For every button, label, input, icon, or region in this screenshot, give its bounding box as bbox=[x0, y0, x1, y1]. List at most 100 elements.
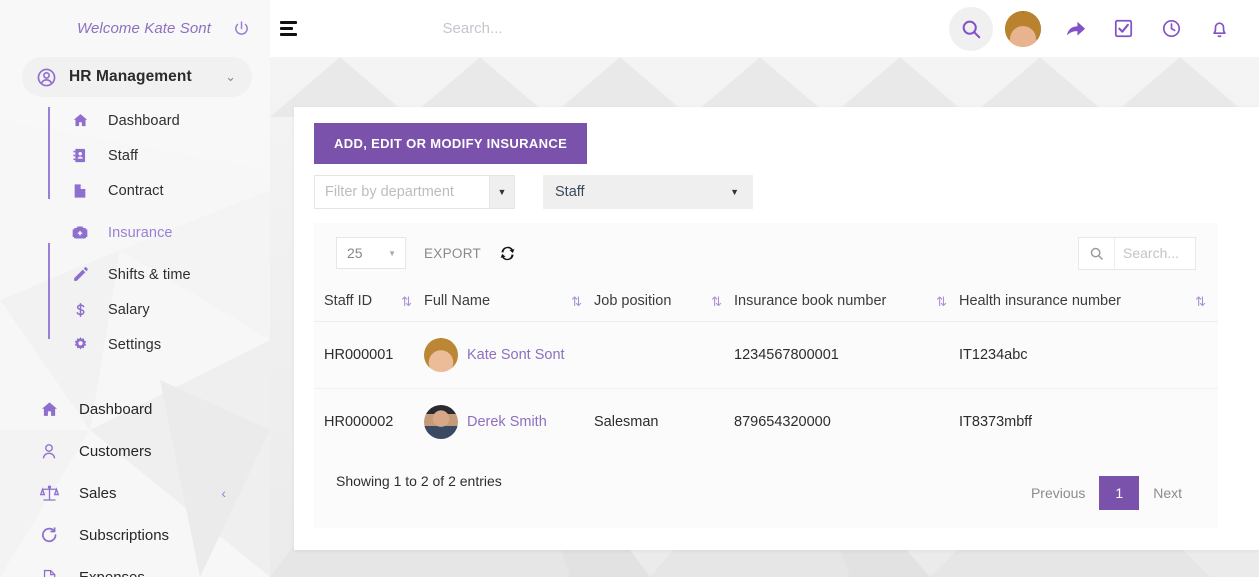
sidebar-item-customers[interactable]: Customers bbox=[0, 430, 270, 472]
pagination-previous[interactable]: Previous bbox=[1017, 476, 1099, 510]
sidebar-item-label: Subscriptions bbox=[79, 526, 170, 544]
export-button[interactable]: EXPORT bbox=[424, 246, 481, 261]
table-search[interactable] bbox=[1078, 236, 1196, 270]
main-region: ADD, EDIT OR MODIFY INSURANCE ▼ Staff ▼ bbox=[270, 0, 1259, 577]
avatar bbox=[424, 405, 458, 439]
submenu-rail-top bbox=[48, 107, 50, 199]
home-icon bbox=[70, 112, 90, 129]
refresh-icon[interactable] bbox=[499, 245, 516, 262]
document-icon bbox=[38, 568, 60, 577]
checkbox-icon[interactable] bbox=[1101, 7, 1145, 51]
cell-health-insurance-number: IT1234abc bbox=[959, 321, 1218, 389]
sidebar-item-label: Settings bbox=[108, 336, 162, 353]
sidebar-item-staff[interactable]: Staff bbox=[0, 138, 270, 173]
add-edit-modify-insurance-button[interactable]: ADD, EDIT OR MODIFY INSURANCE bbox=[314, 123, 588, 164]
column-label: Full Name bbox=[424, 293, 491, 309]
sidebar-item-label: Contract bbox=[108, 182, 164, 199]
sidebar: Welcome Kate Sont HR Management ⌄ Dashbo… bbox=[0, 0, 270, 577]
staff-name-link[interactable]: Kate Sont Sont bbox=[467, 347, 565, 363]
search-icon[interactable] bbox=[949, 6, 993, 51]
bell-icon[interactable] bbox=[1197, 7, 1241, 51]
content-area: ADD, EDIT OR MODIFY INSURANCE ▼ Staff ▼ bbox=[270, 57, 1259, 577]
staff-name-link[interactable]: Derek Smith bbox=[467, 414, 547, 430]
column-staff-id[interactable]: Staff ID ⇅ bbox=[314, 283, 424, 322]
sidebar-submenu: Dashboard Staff Contract Insurance Shift… bbox=[0, 103, 270, 362]
cell-full-name: Derek Smith bbox=[424, 389, 594, 456]
address-book-icon bbox=[70, 147, 90, 164]
pagination: Previous 1 Next bbox=[1017, 476, 1196, 510]
chevron-down-icon: ▼ bbox=[388, 248, 396, 258]
sidebar-item-contract[interactable]: Contract bbox=[0, 173, 270, 208]
pencil-icon bbox=[70, 266, 90, 283]
sidebar-item-label: Shifts & time bbox=[108, 266, 191, 283]
column-insurance-book-number[interactable]: Insurance book number ⇅ bbox=[734, 283, 959, 322]
table-head: Staff ID ⇅ Full Name ⇅ Job position ⇅ In… bbox=[314, 283, 1218, 322]
cell-staff-id: HR000001 bbox=[314, 321, 424, 389]
pagination-next[interactable]: Next bbox=[1139, 476, 1196, 510]
chevron-down-icon: ⌄ bbox=[225, 69, 236, 84]
sidebar-item-label: Dashboard bbox=[108, 112, 180, 129]
table-body: HR000001 Kate Sont Sont 1234567800001 IT… bbox=[314, 321, 1218, 456]
sidebar-item-salary[interactable]: Salary bbox=[0, 292, 270, 327]
power-icon[interactable] bbox=[233, 20, 250, 37]
cell-insurance-book-number: 1234567800001 bbox=[734, 321, 959, 389]
cell-health-insurance-number: IT8373mbff bbox=[959, 414, 1033, 430]
chevron-left-icon: ‹ bbox=[221, 485, 226, 501]
page-length-select[interactable]: 25 ▼ bbox=[336, 237, 406, 269]
sidebar-group-label: HR Management bbox=[69, 68, 192, 85]
sidebar-item-dashboard-main[interactable]: Dashboard bbox=[0, 388, 270, 430]
cell-full-name: Kate Sont Sont bbox=[424, 321, 594, 389]
clock-icon[interactable] bbox=[1149, 7, 1193, 51]
refresh-icon bbox=[38, 526, 60, 545]
column-label: Health insurance number bbox=[959, 293, 1122, 309]
column-label: Job position bbox=[594, 293, 672, 309]
insurance-table: Staff ID ⇅ Full Name ⇅ Job position ⇅ In… bbox=[314, 283, 1218, 455]
topbar bbox=[270, 0, 1259, 57]
global-search bbox=[316, 20, 949, 37]
sidebar-item-expenses[interactable]: Expenses bbox=[0, 556, 270, 577]
search-input[interactable] bbox=[442, 20, 823, 37]
user-avatar[interactable] bbox=[1005, 10, 1041, 47]
hamburger-icon[interactable] bbox=[270, 21, 316, 36]
welcome-text: Welcome Kate Sont bbox=[77, 20, 211, 37]
department-filter-input[interactable] bbox=[314, 175, 489, 209]
cell-insurance-book-number: 879654320000 bbox=[734, 414, 831, 430]
column-job-position[interactable]: Job position ⇅ bbox=[594, 283, 734, 322]
chevron-down-icon: ▼ bbox=[730, 187, 739, 197]
cell-job-position bbox=[594, 321, 734, 389]
dollar-icon bbox=[70, 301, 90, 319]
share-arrow-icon[interactable] bbox=[1053, 7, 1097, 51]
sidebar-group-hr-management[interactable]: HR Management ⌄ bbox=[22, 57, 252, 97]
app-root: Welcome Kate Sont HR Management ⌄ Dashbo… bbox=[0, 0, 1259, 577]
sidebar-item-sales[interactable]: Sales ‹ bbox=[0, 472, 270, 514]
sidebar-item-settings[interactable]: Settings bbox=[0, 327, 270, 362]
sidebar-item-insurance[interactable]: Insurance bbox=[0, 215, 270, 250]
datatable-panel: 25 ▼ EXPORT Search... Staff ID ⇅ Full Na… bbox=[314, 223, 1218, 528]
sidebar-item-label: Dashboard bbox=[79, 400, 153, 418]
welcome-row: Welcome Kate Sont bbox=[0, 0, 270, 57]
cell-job-position: Salesman bbox=[594, 414, 659, 430]
sidebar-item-dashboard[interactable]: Dashboard bbox=[0, 103, 270, 138]
sort-icon: ⇅ bbox=[1195, 294, 1206, 309]
record-type-select[interactable]: Staff ▼ bbox=[543, 175, 753, 209]
chevron-down-icon[interactable]: ▼ bbox=[489, 175, 515, 209]
record-type-value: Staff bbox=[555, 184, 585, 200]
pagination-page-1[interactable]: 1 bbox=[1099, 476, 1140, 510]
page-length-value: 25 bbox=[347, 245, 363, 261]
column-label: Insurance book number bbox=[734, 293, 887, 309]
sidebar-item-shifts-time[interactable]: Shifts & time bbox=[0, 257, 270, 292]
column-full-name[interactable]: Full Name ⇅ bbox=[424, 283, 594, 322]
sort-icon: ⇅ bbox=[571, 294, 582, 309]
table-header-row: Staff ID ⇅ Full Name ⇅ Job position ⇅ In… bbox=[314, 283, 1218, 322]
filter-row: ▼ Staff ▼ bbox=[314, 175, 753, 209]
sidebar-item-label: Staff bbox=[108, 147, 139, 164]
user-circle-icon bbox=[36, 67, 57, 88]
table-row: HR000001 Kate Sont Sont 1234567800001 IT… bbox=[314, 321, 1218, 389]
insurance-card: ADD, EDIT OR MODIFY INSURANCE ▼ Staff ▼ bbox=[294, 107, 1259, 550]
sidebar-item-label: Insurance bbox=[108, 224, 173, 241]
file-icon bbox=[70, 182, 90, 200]
table-search-input[interactable] bbox=[1115, 237, 1195, 269]
department-filter[interactable]: ▼ bbox=[314, 175, 515, 209]
sidebar-item-subscriptions[interactable]: Subscriptions bbox=[0, 514, 270, 556]
column-health-insurance-number[interactable]: Health insurance number ⇅ bbox=[959, 283, 1218, 322]
